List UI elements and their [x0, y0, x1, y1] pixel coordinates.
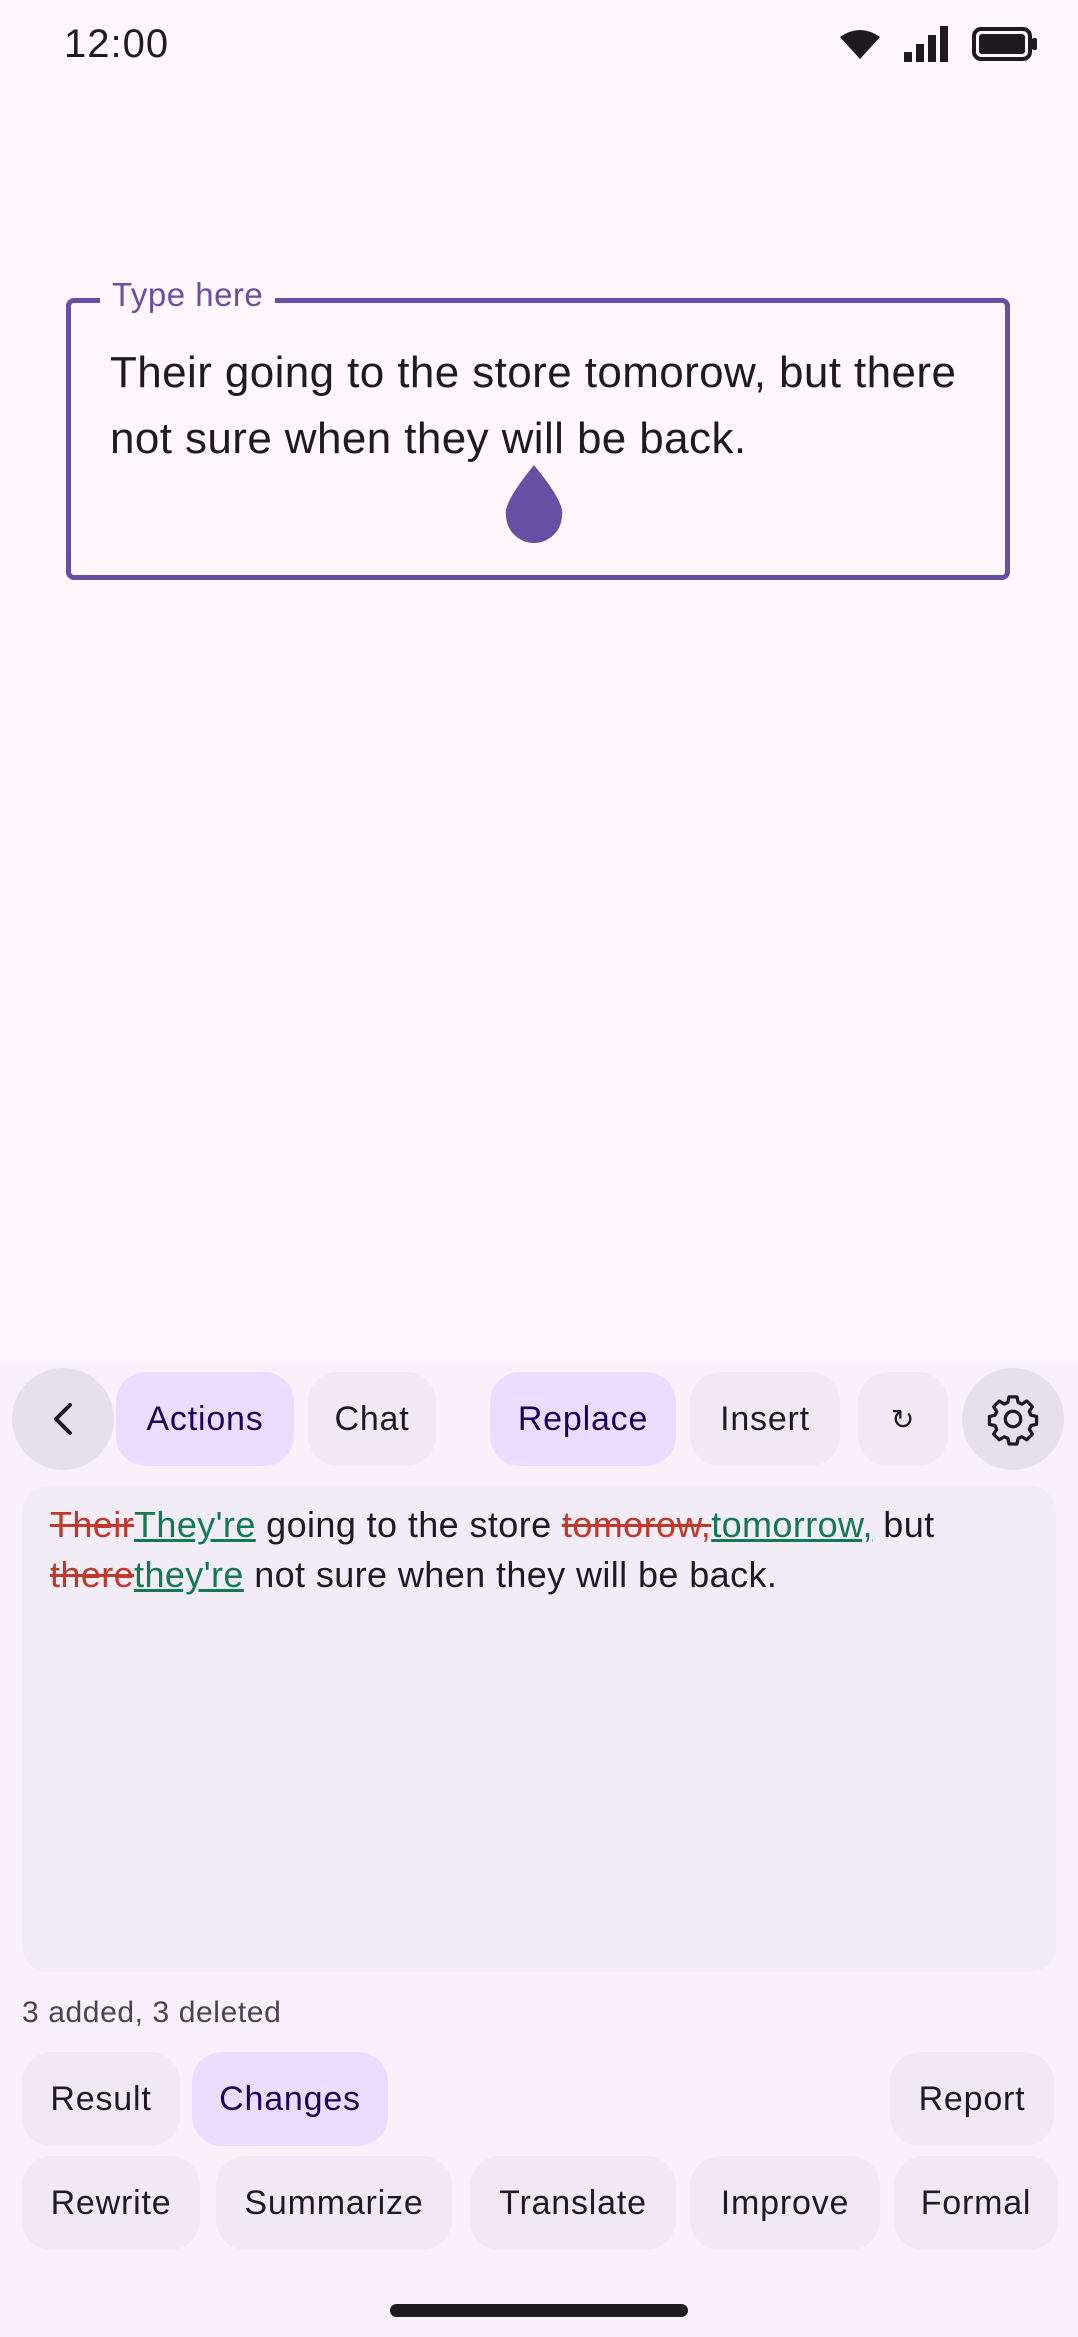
chevron-left-icon	[54, 1403, 72, 1435]
unchanged-text: but	[872, 1504, 935, 1545]
report-button[interactable]: Report	[890, 2052, 1054, 2146]
unchanged-text: going to the store	[255, 1504, 562, 1545]
inserted-text: tomorrow,	[711, 1504, 873, 1545]
settings-button[interactable]	[962, 1368, 1064, 1470]
diff-line-2: therethey're not sure when they will be …	[50, 1550, 1040, 1600]
battery-icon	[972, 27, 1037, 61]
deleted-text: tomorow,	[561, 1504, 712, 1545]
insert-button[interactable]: Insert	[690, 1372, 840, 1466]
gear-icon	[987, 1395, 1039, 1446]
deleted-text: Their	[50, 1504, 135, 1545]
diff-line-1: TheirThey're going to the store tomorow,…	[50, 1500, 1040, 1550]
refresh-icon: ↻	[890, 1403, 916, 1435]
change-summary: 3 added, 3 deleted	[22, 1996, 282, 2029]
inserted-text: they're	[134, 1554, 244, 1595]
status-time: 12:00	[64, 22, 170, 66]
unchanged-text: not sure when they will be back.	[243, 1554, 778, 1595]
refresh-button[interactable]: ↻	[858, 1372, 948, 1466]
home-indicator[interactable]	[390, 2304, 688, 2317]
diff-result-text: TheirThey're going to the store tomorow,…	[50, 1500, 1040, 1600]
back-button[interactable]	[12, 1368, 114, 1470]
field-label: Type here	[100, 276, 276, 314]
replace-button[interactable]: Replace	[490, 1372, 676, 1466]
tool-row: Actions Chat Replace Insert ↻	[0, 1366, 1078, 1476]
rewrite-button[interactable]: Rewrite	[22, 2156, 200, 2250]
tab-chat[interactable]: Chat	[308, 1372, 436, 1466]
signal-icon	[904, 26, 948, 62]
inserted-text: They're	[134, 1504, 256, 1545]
translate-button[interactable]: Translate	[470, 2156, 676, 2250]
tab-actions[interactable]: Actions	[116, 1372, 294, 1466]
improve-button[interactable]: Improve	[690, 2156, 880, 2250]
tab-changes[interactable]: Changes	[192, 2052, 388, 2146]
deleted-text: there	[50, 1554, 135, 1595]
text-input-value[interactable]: Their going to the store tomorow, but th…	[110, 340, 990, 472]
cursor-handle[interactable]	[503, 465, 565, 543]
wifi-icon	[840, 30, 880, 59]
formal-button[interactable]: Formal	[894, 2156, 1058, 2250]
tab-result[interactable]: Result	[22, 2052, 180, 2146]
summarize-button[interactable]: Summarize	[216, 2156, 452, 2250]
status-icons	[840, 26, 1038, 62]
